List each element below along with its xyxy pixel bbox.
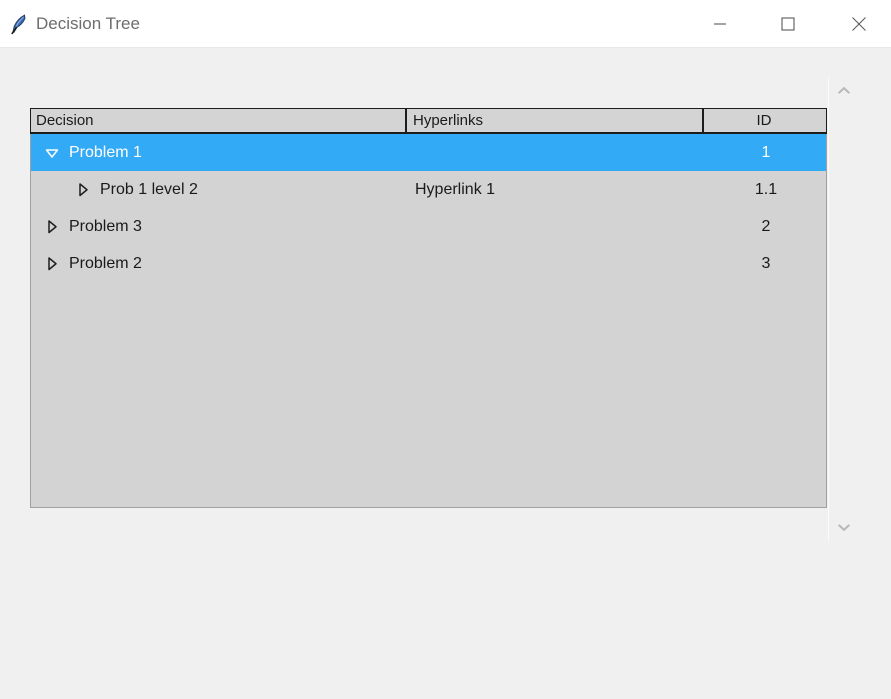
chevron-up-icon	[837, 86, 850, 94]
column-header-hyperlinks[interactable]: Hyperlinks	[407, 109, 704, 132]
tree-cell-decision: Problem 2	[31, 253, 409, 275]
tree-row[interactable]: Problem 3 2	[31, 208, 826, 245]
vertical-scrollbar[interactable]	[828, 77, 858, 541]
chevron-down-icon	[837, 524, 850, 532]
close-button[interactable]	[836, 0, 882, 47]
tree-row[interactable]: Problem 1 1	[31, 134, 826, 171]
maximize-icon	[781, 16, 795, 31]
tree-cell-decision: Problem 1	[31, 142, 409, 164]
tree-row[interactable]: Prob 1 level 2 Hyperlink 1 1.1	[31, 171, 826, 208]
tree-row-list: Problem 1 1 Prob 1 level 2 Hyperlink 1 1.1 Pr…	[31, 134, 826, 282]
scrollbar-down-button[interactable]	[829, 513, 858, 541]
tree-cell-id: 1.1	[754, 180, 778, 198]
tree-cell-id: 3	[761, 254, 771, 272]
tree-cell-id: 2	[761, 217, 771, 235]
twisty-collapsed-icon[interactable]	[41, 253, 63, 275]
tree-cell-decision: Prob 1 level 2	[31, 179, 409, 201]
feather-icon	[7, 12, 31, 36]
tree-cell-id: 1	[761, 143, 771, 161]
tree-row-label: Problem 2	[69, 254, 142, 272]
minimize-icon	[714, 22, 726, 25]
tree-row-label: Problem 1	[69, 143, 142, 161]
window-title: Decision Tree	[36, 14, 140, 33]
scrollbar-up-button[interactable]	[829, 77, 858, 105]
tree-cell-hyperlinks[interactable]: Hyperlink 1	[409, 181, 706, 199]
tree-column-header: Decision Hyperlinks ID	[30, 108, 827, 134]
twisty-collapsed-icon[interactable]	[72, 179, 94, 201]
tree-row[interactable]: Problem 2 3	[31, 245, 826, 282]
tree-cell-decision: Problem 3	[31, 216, 409, 238]
maximize-button[interactable]	[765, 0, 811, 47]
column-header-decision[interactable]: Decision	[31, 109, 407, 132]
minimize-button[interactable]	[697, 0, 743, 47]
tree-row-label: Prob 1 level 2	[100, 180, 198, 198]
tree-row-label: Problem 3	[69, 217, 142, 235]
twisty-expanded-icon[interactable]	[41, 142, 63, 164]
close-icon	[852, 16, 866, 31]
twisty-collapsed-icon[interactable]	[41, 216, 63, 238]
decision-tree-panel: Problem 1 1 Prob 1 level 2 Hyperlink 1 1.1 Pr…	[30, 108, 827, 508]
column-header-id[interactable]: ID	[704, 109, 824, 132]
title-bar: Decision Tree	[0, 0, 891, 48]
